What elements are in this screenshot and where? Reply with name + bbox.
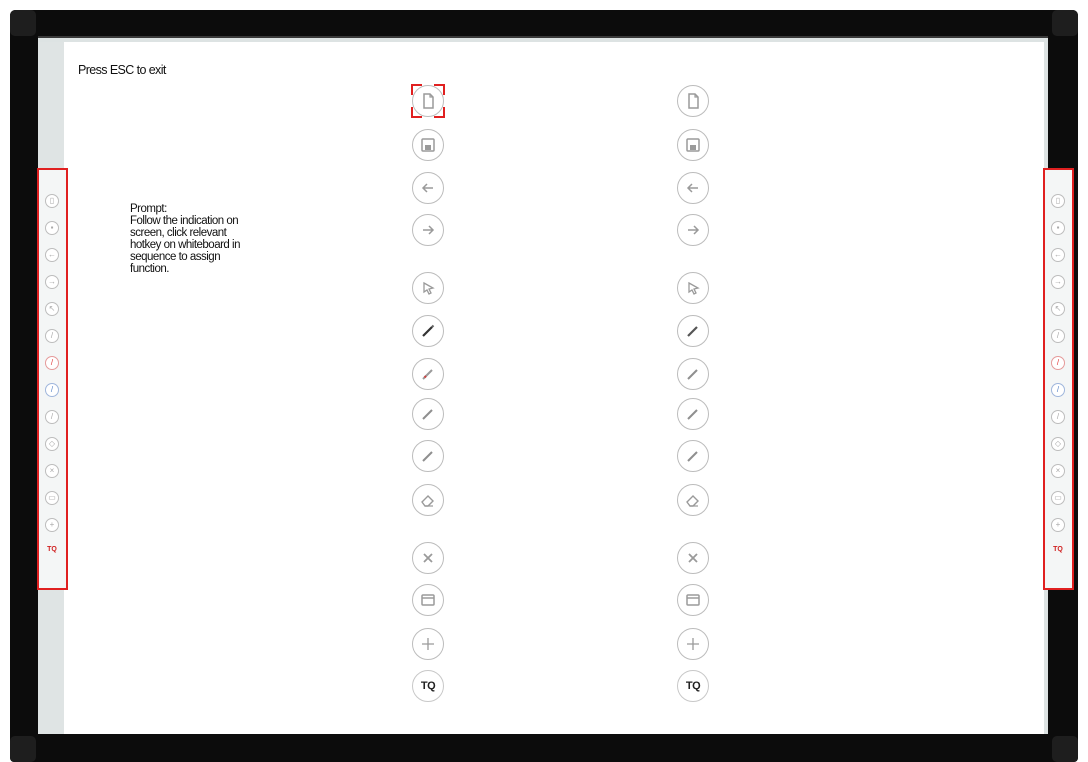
- strip-new-page-icon[interactable]: ▯: [45, 194, 59, 208]
- strip-pen-green-icon[interactable]: /: [1051, 410, 1065, 424]
- strip-next-page-icon[interactable]: →: [1051, 275, 1065, 289]
- prompt-line: Prompt:: [130, 203, 167, 215]
- strip-pen-black-icon[interactable]: /: [45, 329, 59, 343]
- frame-top-bar: [10, 10, 1078, 36]
- pen-blue-icon[interactable]: [677, 398, 709, 430]
- frame-left-bar: [10, 10, 38, 762]
- previous-page-icon[interactable]: [412, 172, 444, 204]
- strip-save-icon[interactable]: ▪: [1051, 221, 1065, 235]
- strip-next-page-icon[interactable]: →: [45, 275, 59, 289]
- strip-window-icon[interactable]: ▭: [1051, 491, 1065, 505]
- strip-select-pointer-icon[interactable]: ↖: [1051, 302, 1065, 316]
- next-page-icon[interactable]: [677, 214, 709, 246]
- window-icon[interactable]: [677, 584, 709, 616]
- strip-tq-logo-icon[interactable]: TQ: [45, 544, 59, 558]
- whiteboard-frame: [0, 0, 1088, 762]
- tools-icon[interactable]: [412, 542, 444, 574]
- next-page-icon[interactable]: [412, 214, 444, 246]
- prompt-line: function.: [130, 263, 169, 275]
- add-icon[interactable]: [412, 628, 444, 660]
- frame-corner: [1052, 736, 1078, 762]
- window-icon[interactable]: [412, 584, 444, 616]
- strip-pen-blue-icon[interactable]: /: [45, 383, 59, 397]
- strip-previous-page-icon[interactable]: ←: [1051, 248, 1065, 262]
- strip-pen-blue-icon[interactable]: /: [1051, 383, 1065, 397]
- frame-top-edge: [10, 36, 1078, 38]
- strip-eraser-icon[interactable]: ◇: [45, 437, 59, 451]
- prompt-line: sequence to assign: [130, 251, 221, 263]
- frame-corner: [1052, 10, 1078, 36]
- right-hotkey-strip: ▯ ▪ ← → ↖ / / / / ◇ × ▭ + TQ: [1043, 168, 1074, 590]
- pen-black-icon[interactable]: [677, 315, 709, 347]
- prompt-line: hotkey on whiteboard in: [130, 239, 240, 251]
- strip-tq-logo-icon[interactable]: TQ: [1051, 544, 1065, 558]
- save-icon[interactable]: [412, 129, 444, 161]
- select-pointer-icon[interactable]: [412, 272, 444, 304]
- eraser-icon[interactable]: [412, 484, 444, 516]
- strip-tools-icon[interactable]: ×: [45, 464, 59, 478]
- frame-corner: [10, 10, 36, 36]
- save-icon[interactable]: [677, 129, 709, 161]
- new-page-icon[interactable]: [412, 85, 444, 117]
- strip-window-icon[interactable]: ▭: [45, 491, 59, 505]
- prompt-line: screen, click relevant: [130, 227, 227, 239]
- strip-add-icon[interactable]: +: [1051, 518, 1065, 532]
- eraser-icon[interactable]: [677, 484, 709, 516]
- pen-blue-icon[interactable]: [412, 398, 444, 430]
- strip-pen-green-icon[interactable]: /: [45, 410, 59, 424]
- strip-pen-red-icon[interactable]: /: [45, 356, 59, 370]
- frame-bottom-bar: [10, 734, 1078, 762]
- tools-icon[interactable]: [677, 542, 709, 574]
- select-pointer-icon[interactable]: [677, 272, 709, 304]
- previous-page-icon[interactable]: [677, 172, 709, 204]
- strip-eraser-icon[interactable]: ◇: [1051, 437, 1065, 451]
- strip-save-icon[interactable]: ▪: [45, 221, 59, 235]
- pen-green-icon[interactable]: [677, 440, 709, 472]
- left-hotkey-strip: ▯ ▪ ← → ↖ / / / / ◇ × ▭ + TQ: [37, 168, 68, 590]
- tq-logo-icon[interactable]: TQ: [412, 670, 444, 702]
- tq-logo-text: TQ: [420, 680, 436, 692]
- pen-red-icon[interactable]: [677, 358, 709, 390]
- new-page-icon[interactable]: [677, 85, 709, 117]
- frame-corner: [10, 736, 36, 762]
- strip-select-pointer-icon[interactable]: ↖: [45, 302, 59, 316]
- pen-red-icon[interactable]: [412, 358, 444, 390]
- tq-logo-icon[interactable]: TQ: [677, 670, 709, 702]
- pen-black-icon[interactable]: [412, 315, 444, 347]
- add-icon[interactable]: [677, 628, 709, 660]
- tq-logo-text: TQ: [685, 680, 701, 692]
- assignment-prompt: Prompt: Follow the indication on screen,…: [130, 203, 310, 275]
- pen-green-icon[interactable]: [412, 440, 444, 472]
- strip-tools-icon[interactable]: ×: [1051, 464, 1065, 478]
- prompt-line: Follow the indication on: [130, 215, 239, 227]
- strip-pen-black-icon[interactable]: /: [1051, 329, 1065, 343]
- exit-hint: Press ESC to exit: [78, 63, 166, 77]
- strip-add-icon[interactable]: +: [45, 518, 59, 532]
- strip-pen-red-icon[interactable]: /: [1051, 356, 1065, 370]
- strip-previous-page-icon[interactable]: ←: [45, 248, 59, 262]
- strip-new-page-icon[interactable]: ▯: [1051, 194, 1065, 208]
- calibration-screen: [64, 42, 1044, 737]
